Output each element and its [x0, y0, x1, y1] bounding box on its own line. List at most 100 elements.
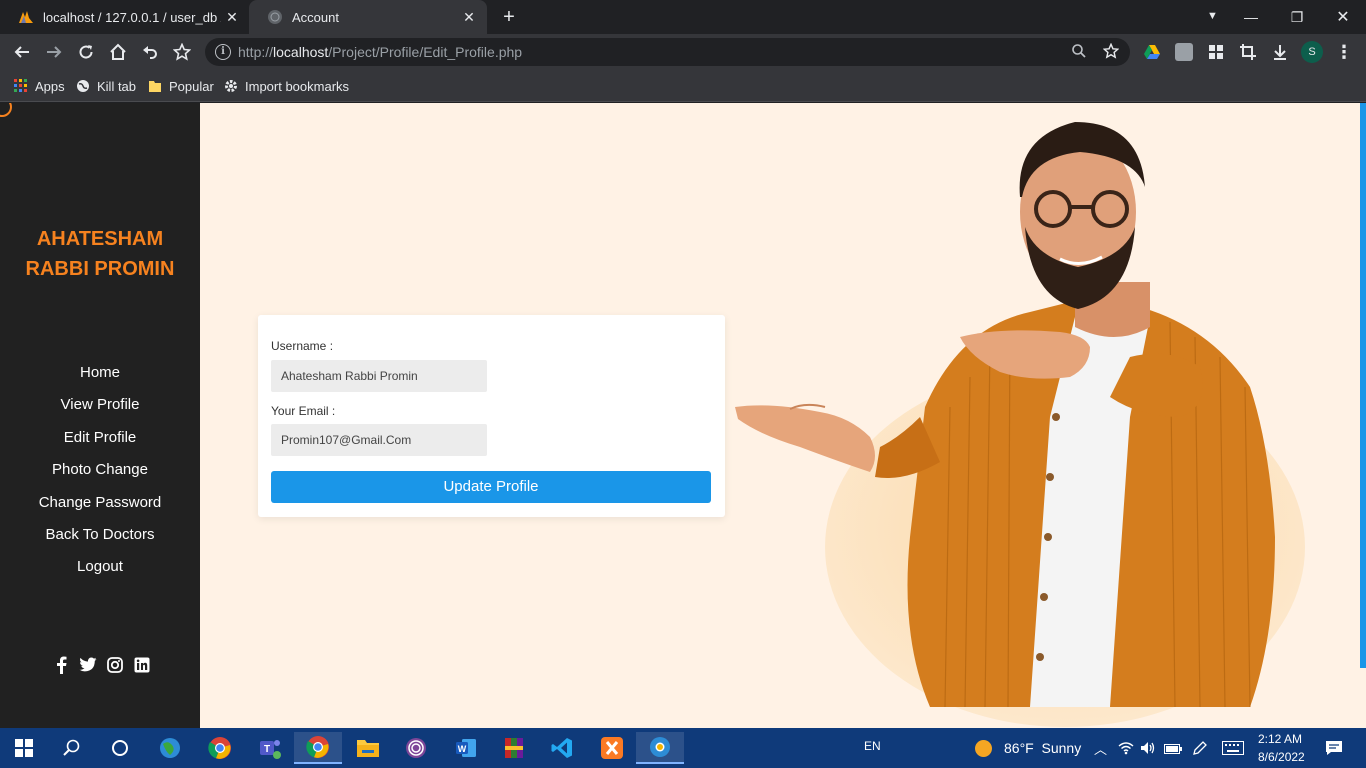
twitter-icon[interactable]	[79, 656, 97, 674]
notifications-icon[interactable]	[1325, 740, 1343, 761]
apps-grid-icon	[14, 79, 28, 93]
chrome-active-icon[interactable]	[294, 732, 342, 764]
bookmark-label: Popular	[169, 78, 214, 94]
forward-button[interactable]	[42, 40, 66, 64]
tab-account[interactable]: Account ✕	[249, 0, 487, 34]
tab-title: localhost / 127.0.0.1 / user_db / u	[43, 9, 221, 25]
volume-icon[interactable]	[1140, 741, 1156, 760]
instagram-icon[interactable]	[106, 656, 124, 674]
winrar-icon[interactable]	[490, 732, 538, 764]
show-hidden-icons-icon[interactable]: ︿	[1094, 739, 1107, 758]
folder-icon	[148, 79, 162, 93]
page-viewport: AHATESHAM RABBI PROMIN Home View Profile…	[0, 103, 1366, 728]
tab-phpmyadmin[interactable]: localhost / 127.0.0.1 / user_db / u ✕	[0, 0, 248, 34]
crop-icon[interactable]	[1239, 43, 1257, 61]
language-indicator[interactable]: EN	[864, 739, 881, 753]
close-tab-icon[interactable]: ✕	[461, 9, 477, 25]
bookmark-kill-tab[interactable]: Kill tab	[76, 76, 136, 96]
extension-icon[interactable]	[1175, 43, 1193, 61]
sidebar: AHATESHAM RABBI PROMIN Home View Profile…	[0, 103, 200, 728]
email-label: Your Email :	[271, 404, 336, 418]
svg-text:T: T	[264, 744, 270, 755]
reload-button[interactable]	[74, 40, 98, 64]
undo-close-tab-icon[interactable]	[138, 40, 162, 64]
url-scheme: http://	[238, 44, 274, 60]
zoom-icon[interactable]	[1070, 43, 1088, 61]
bookmark-label: Import bookmarks	[245, 78, 350, 94]
tor-browser-icon[interactable]	[392, 732, 440, 764]
browser-tab-strip: localhost / 127.0.0.1 / user_db / u ✕ Ac…	[0, 0, 1366, 34]
extensions-grid-icon[interactable]	[1207, 43, 1225, 61]
download-icon[interactable]	[1271, 43, 1289, 61]
username-field[interactable]: Ahatesham Rabbi Promin	[271, 360, 487, 392]
bookmarks-bar: Apps Kill tab Popular Import bookmarks	[0, 70, 1366, 102]
url-text: http://localhost/Project/Profile/Edit_Pr…	[238, 44, 522, 60]
word-icon[interactable]: W	[442, 732, 490, 764]
site-info-icon[interactable]: i	[215, 44, 231, 60]
hero-illustration	[730, 117, 1310, 728]
page-scrollbar[interactable]	[1360, 103, 1366, 668]
update-profile-button[interactable]: Update Profile	[271, 471, 711, 503]
social-links	[52, 656, 151, 674]
sidebar-item-view-profile[interactable]: View Profile	[0, 393, 200, 425]
touch-keyboard-icon[interactable]	[1222, 741, 1244, 760]
file-explorer-icon[interactable]	[344, 732, 392, 764]
windows-taskbar: T W EN 86°F Sunny ︿ 2:12 AM 8/6/2022	[0, 728, 1366, 768]
home-button[interactable]	[106, 40, 130, 64]
bookmark-import[interactable]: Import bookmarks	[224, 76, 349, 96]
windows-start-icon[interactable]	[0, 732, 48, 764]
sidebar-item-logout[interactable]: Logout	[0, 555, 200, 587]
user-name-line1: AHATESHAM	[36, 228, 164, 250]
user-name-line2: RABBI PROMIN	[25, 258, 175, 280]
browser-app-icon[interactable]	[636, 732, 684, 764]
earth-app-icon[interactable]	[146, 732, 194, 764]
weather-widget[interactable]: 86°F Sunny	[1004, 740, 1081, 756]
url-path: /Project/Profile/Edit_Profile.php	[328, 44, 523, 60]
teams-icon[interactable]: T	[246, 732, 294, 764]
cortana-icon[interactable]	[96, 732, 144, 764]
phpmyadmin-icon	[18, 9, 34, 25]
edit-profile-form: Username : Ahatesham Rabbi Promin Your E…	[258, 315, 725, 517]
sidebar-nav: Home View Profile Edit Profile Photo Cha…	[0, 361, 200, 588]
browser-menu-icon[interactable]: ⋮	[1334, 41, 1354, 63]
bookmark-popular[interactable]: Popular	[148, 76, 214, 96]
google-drive-icon[interactable]	[1143, 43, 1161, 61]
sidebar-item-photo-change[interactable]: Photo Change	[0, 458, 200, 490]
bookmark-page-star-icon[interactable]	[1102, 42, 1120, 61]
tab-search-icon[interactable]: ▼	[1207, 10, 1218, 22]
globe-icon	[76, 79, 90, 93]
close-window-button[interactable]: ✕	[1320, 0, 1366, 34]
bookmark-label: Kill tab	[97, 78, 137, 94]
sidebar-item-back-to-doctors[interactable]: Back To Doctors	[0, 523, 200, 555]
address-bar[interactable]: i http://localhost/Project/Profile/Edit_…	[205, 38, 1130, 66]
linkedin-icon[interactable]	[133, 656, 151, 674]
clock-time[interactable]: 2:12 AM	[1258, 732, 1302, 746]
bookmark-label: Apps	[35, 78, 65, 94]
sunny-weather-icon[interactable]	[975, 740, 992, 757]
search-icon[interactable]	[48, 732, 96, 764]
sidebar-item-home[interactable]: Home	[0, 361, 200, 393]
sidebar-toggle-icon[interactable]	[0, 103, 12, 117]
globe-icon	[267, 9, 283, 25]
bookmark-apps[interactable]: Apps	[14, 76, 65, 96]
profile-avatar[interactable]: S	[1301, 41, 1323, 63]
tab-title: Account	[292, 9, 339, 25]
sidebar-item-edit-profile[interactable]: Edit Profile	[0, 426, 200, 458]
battery-icon[interactable]	[1164, 742, 1182, 760]
gear-icon	[224, 79, 238, 93]
restore-button[interactable]: ❐	[1274, 0, 1320, 34]
facebook-icon[interactable]	[52, 656, 70, 674]
network-icon[interactable]	[1118, 741, 1134, 760]
pen-workspace-icon[interactable]	[1192, 740, 1208, 761]
vscode-icon[interactable]	[538, 732, 586, 764]
bookmark-star-icon[interactable]	[170, 40, 194, 64]
email-field[interactable]: Promin107@Gmail.Com	[271, 424, 487, 456]
close-tab-icon[interactable]: ✕	[224, 9, 240, 25]
xampp-icon[interactable]	[588, 732, 636, 764]
clock-date[interactable]: 8/6/2022	[1258, 750, 1305, 764]
back-button[interactable]	[10, 40, 34, 64]
sidebar-item-change-password[interactable]: Change Password	[0, 491, 200, 523]
chrome-icon[interactable]	[196, 732, 244, 764]
minimize-button[interactable]: —	[1228, 0, 1274, 34]
new-tab-button[interactable]: +	[499, 7, 519, 27]
